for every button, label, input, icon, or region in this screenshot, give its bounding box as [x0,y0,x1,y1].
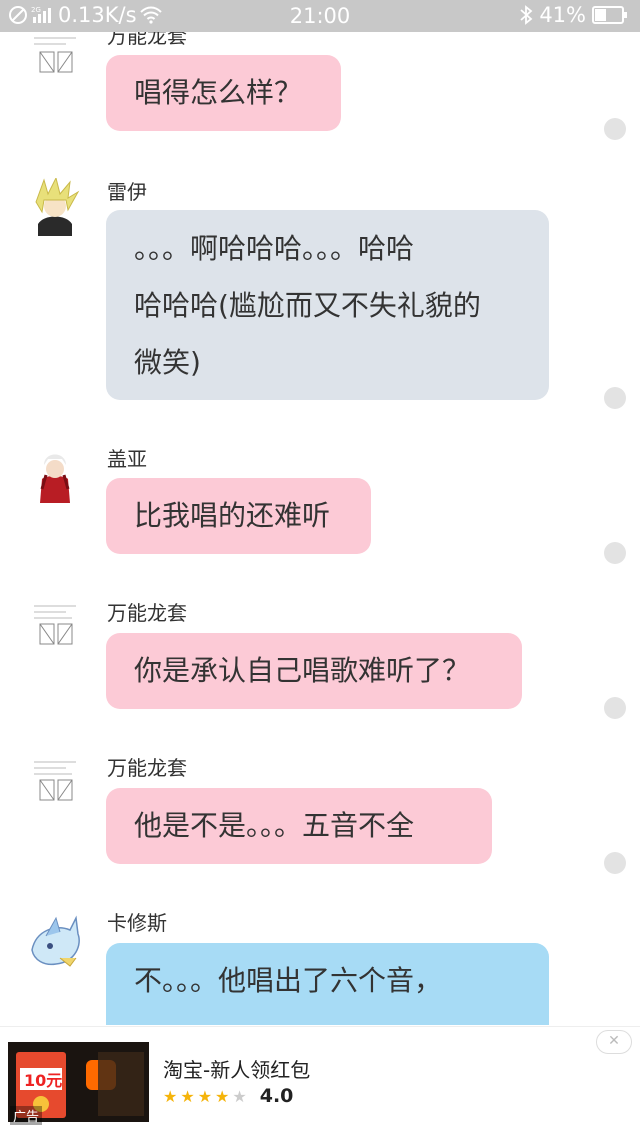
ad-tag: 广告 [10,1106,43,1125]
ad-price-label: 10元 [24,1071,62,1090]
close-icon[interactable]: ✕ [596,1030,632,1054]
chat-list[interactable]: 万能龙套 唱得怎么样？ 雷伊 。。。啊哈哈哈。。。哈哈 哈哈哈(尴尬而又不失礼貌… [0,0,640,1025]
rating-stars: ★ ★ ★ ★ ★ [163,1087,250,1106]
ad-rating: ★ ★ ★ ★ ★ 4.0 [163,1085,293,1107]
star-filled-icon: ★ [197,1086,213,1106]
red-character-avatar[interactable] [26,445,84,503]
blue-creature-avatar[interactable] [26,910,84,968]
sender-name: 盖亚 [107,447,147,471]
status-bar: 2G 0.13K/s 21:00 41% [0,0,640,32]
sketch-avatar[interactable] [26,32,84,90]
star-empty-icon: ★ [232,1086,247,1106]
sketch-avatar[interactable] [26,600,84,658]
star-filled-icon: ★ [215,1086,230,1106]
bluetooth-icon [520,5,533,25]
message-bubble[interactable]: 你是承认自己唱歌难听了？ [106,633,522,709]
sketch-avatar[interactable] [26,756,84,814]
message-bubble[interactable]: 唱得怎么样？ [106,55,341,131]
message-indicator-dot [604,697,626,719]
message-bubble[interactable]: 。。。啊哈哈哈。。。哈哈 哈哈哈(尴尬而又不失礼貌的 微笑) [106,210,549,400]
sender-name: 卡修斯 [107,911,167,935]
battery-fill [595,9,606,21]
message-bubble[interactable]: 比我唱的还难听 [106,478,371,554]
message-indicator-dot [604,852,626,874]
star-filled-icon: ★ [163,1086,178,1106]
rating-score: 4.0 [259,1085,294,1107]
message-bubble[interactable]: 他是不是。。。五音不全 [106,788,492,864]
battery-percent: 41% [539,3,586,27]
message-bubble[interactable]: 不。。。他唱出了六个音， [106,943,549,1025]
message-indicator-dot [604,387,626,409]
star-filled-icon: ★ [180,1086,195,1106]
sender-name: 雷伊 [107,180,147,204]
ad-title[interactable]: 淘宝-新人领红包 [163,1054,310,1083]
battery-icon [592,6,627,24]
sender-name: 万能龙套 [107,601,187,625]
message-indicator-dot [604,542,626,564]
ad-banner[interactable]: 10元 淘宝-新人领红包 ★ ★ ★ ★ ★ 4.0 [0,1026,640,1139]
sender-name: 万能龙套 [107,756,187,780]
message-indicator-dot [604,118,626,140]
blonde-character-avatar[interactable] [26,178,84,236]
